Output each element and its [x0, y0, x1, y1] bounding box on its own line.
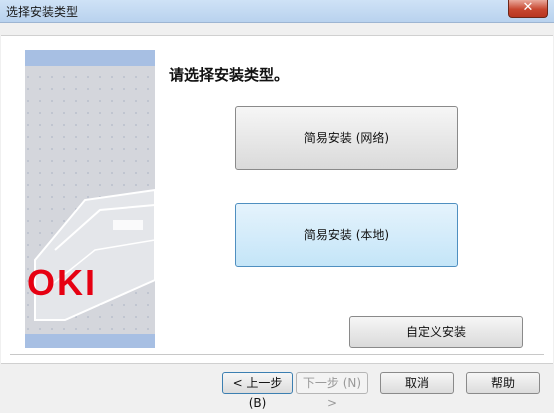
custom-install-button[interactable]: 自定义安装	[349, 316, 523, 348]
easy-install-network-button[interactable]: 简易安装 (网络)	[235, 106, 458, 170]
easy-install-local-button[interactable]: 简易安装 (本地)	[235, 203, 458, 267]
cancel-button[interactable]: 取消	[380, 372, 454, 394]
oki-logo: OKI	[27, 262, 98, 303]
back-button[interactable]: < 上一步 (B)	[222, 372, 293, 410]
page-title: 请选择安装类型。	[169, 66, 290, 84]
content-panel: OKI 请选择安装类型。 简易安装 (网络) 简易安装 (本地) 自定义安装	[1, 35, 553, 364]
window-title: 选择安装类型	[6, 5, 79, 19]
close-icon: ✕	[522, 0, 534, 15]
title-bar[interactable]: 选择安装类型 ✕	[0, 0, 554, 23]
footer-separator	[10, 354, 544, 356]
dialog-body: OKI 请选择安装类型。 简易安装 (网络) 简易安装 (本地) 自定义安装 <…	[0, 23, 554, 410]
close-button[interactable]: ✕	[508, 0, 548, 18]
next-button[interactable]: 下一步 (N) >	[296, 372, 368, 410]
help-button[interactable]: 帮助	[466, 372, 540, 394]
